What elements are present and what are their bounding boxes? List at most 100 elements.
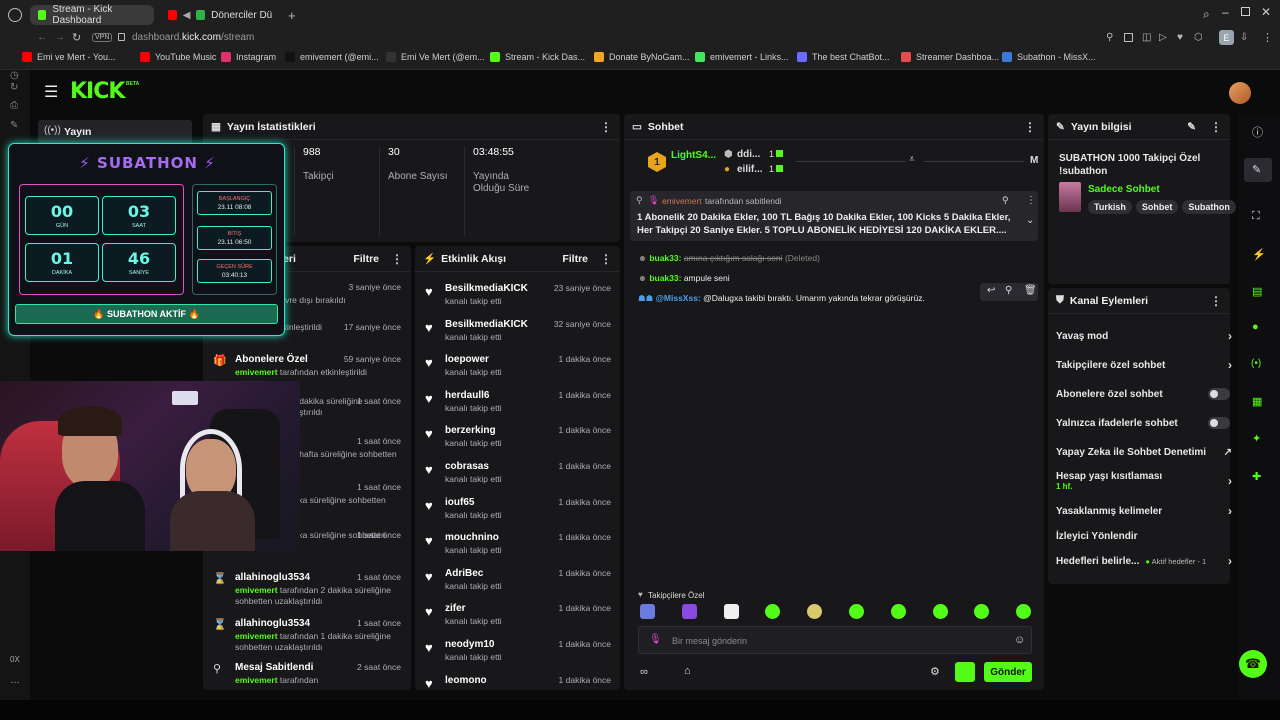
activity-row[interactable]: ♥ BesilkmediaKICK 32 saniye önce kanalı tak… <box>423 319 611 343</box>
chat-input[interactable]: 🎙 Bir mesaj gönderin ☺ <box>638 626 1032 654</box>
emote-equalizer-icon[interactable] <box>681 604 697 619</box>
send-button[interactable]: Gönder <box>984 662 1032 682</box>
play-icon[interactable]: ▷ <box>1159 32 1167 43</box>
activity-filter[interactable]: Filtre <box>562 253 588 265</box>
chat-message-hover[interactable]: ☗☗ @MissXss: @Dalugxa takibi bıraktı. Um… <box>634 282 1038 304</box>
activity-row[interactable]: ♥ herdaull6 1 dakika önce kanalı takip etti <box>423 390 611 414</box>
activity-row[interactable]: ♥ berzerking 1 dakika önce kanalı takip ett… <box>423 425 611 449</box>
activity-row[interactable]: ♥ mouchnino 1 dakika önce kanalı takip etti <box>423 532 611 556</box>
profile-avatar[interactable]: E <box>1219 30 1234 45</box>
fullscreen-icon[interactable]: ⛶ <box>1252 210 1260 223</box>
sidebar-edit-icon[interactable]: ✎ <box>10 120 18 131</box>
activity-row[interactable]: ♥ loepower 1 dakika önce kanalı takip etti <box>423 354 611 378</box>
pinned-menu-icon[interactable]: ⋮ <box>1026 195 1036 206</box>
category-name[interactable]: Sadece Sohbet <box>1088 184 1160 195</box>
channel-action-item[interactable]: İzleyici Yönlendir <box>1056 525 1232 547</box>
user-avatar[interactable] <box>1229 82 1251 104</box>
emote-green-face-icon[interactable] <box>765 604 781 619</box>
pinned-message[interactable]: ⚲ 🎙 emivemert tarafından sabitlendi ⚲ ⋮ … <box>630 191 1038 241</box>
store-icon[interactable]: ⌂ <box>684 665 691 677</box>
channel-action-item[interactable]: Hesap yaşı kısıtlaması 1 hf. › <box>1056 470 1232 492</box>
url-input[interactable]: dashboard.kick.com/stream <box>132 32 254 43</box>
tag[interactable]: Sohbet <box>1135 200 1179 214</box>
channel-action-item[interactable]: Yavaş mod › <box>1056 325 1232 347</box>
bookmark-item[interactable]: The best ChatBot... <box>797 52 890 62</box>
bookmark-item[interactable]: Emi ve Mert - You... <box>22 52 116 62</box>
stream-info-menu-icon[interactable]: ⋮ <box>1210 120 1222 134</box>
leader-name[interactable]: ddi... <box>737 149 760 160</box>
moderation-row[interactable]: ⌛ allahinoglu3534 1 saat önce emivemert tar… <box>211 618 401 653</box>
browser-menu-icon[interactable] <box>8 8 22 22</box>
emote-kick-icon[interactable] <box>974 604 990 619</box>
channel-actions-menu-icon[interactable]: ⋮ <box>1210 294 1222 308</box>
chat-menu-icon[interactable]: ⋮ <box>1024 120 1036 134</box>
maximize-icon[interactable] <box>1241 7 1250 16</box>
bookmark-item[interactable]: Instagram <box>221 52 276 62</box>
close-window-icon[interactable]: ✕ <box>1261 5 1271 19</box>
emote-kick-icon[interactable] <box>890 604 906 619</box>
collapse-icon[interactable]: ⩡ <box>909 154 915 165</box>
leader-name[interactable]: LightS4... <box>671 150 716 161</box>
moderation-row[interactable]: ⚲ Mesaj Sabitlendi 2 saat önce emivemert ta… <box>211 662 401 686</box>
puzzle-icon[interactable]: ✚ <box>1252 470 1261 483</box>
edit-icon[interactable]: ✎ <box>1187 121 1196 133</box>
broadcast-icon[interactable]: (•) <box>1251 358 1261 369</box>
info-icon[interactable]: ⓘ <box>1252 124 1263 140</box>
activity-row[interactable]: ♥ BesilkmediaKICK 23 saniye önce kanalı tak… <box>423 283 611 307</box>
layout-icon[interactable]: ▦ <box>1252 395 1262 408</box>
emote-kick-icon[interactable] <box>1016 604 1032 619</box>
settings-icon[interactable]: ⚙ <box>930 665 940 678</box>
chat-message[interactable]: ☻ buak33: amına çıktığım salağı seni (De… <box>638 253 1038 263</box>
stats-menu-icon[interactable]: ⋮ <box>600 120 612 134</box>
channel-action-item[interactable]: Yapay Zeka ile Sohbet Denetimi ↗ <box>1056 441 1232 463</box>
bookmark-item[interactable]: Streamer Dashboa... <box>901 52 999 62</box>
document-icon[interactable]: ▤ <box>1252 285 1262 298</box>
reply-icon[interactable]: ↩ <box>987 285 995 296</box>
pin-icon[interactable]: ⚲ <box>1106 32 1113 43</box>
moderation-row[interactable]: 🎁 Abonelere Özel 59 saniye önce emivemert t… <box>211 354 401 378</box>
activity-row[interactable]: ♥ AdriBec 1 dakika önce kanalı takip etti <box>423 568 611 592</box>
lightning-icon[interactable]: ⚡ <box>1252 248 1266 261</box>
expand-chevron-icon[interactable]: ⌄ <box>1026 215 1034 226</box>
channel-action-item[interactable]: Takipçilere özel sohbet › <box>1056 354 1232 376</box>
bookmark-item[interactable]: Donate ByNoGam... <box>594 52 690 62</box>
vpn-badge[interactable]: VPN <box>92 33 113 42</box>
bookmark-item[interactable]: Stream - Kick Das... <box>490 52 585 62</box>
delete-icon[interactable]: 🗑 <box>1024 285 1037 296</box>
sidebar-item-yayin[interactable]: ((•)) Yayın <box>38 120 192 144</box>
activity-menu-icon[interactable]: ⋮ <box>600 252 612 266</box>
lock-icon[interactable] <box>118 33 125 41</box>
pin-message-icon[interactable]: ⚲ <box>1005 285 1012 296</box>
bookmark-item[interactable]: Emi Ve Mert (@em... <box>386 52 485 62</box>
tab-doner[interactable]: ◀ Dönerciler Düşüns <box>160 5 280 25</box>
emote-soccer-icon[interactable] <box>849 604 864 619</box>
browser-more-icon[interactable]: ⋮ <box>1262 31 1273 44</box>
activity-row[interactable]: ♥ cobrasas 1 dakika önce kanalı takip etti <box>423 461 611 485</box>
more-icon[interactable]: … <box>10 675 20 686</box>
wrench-icon[interactable]: ✦ <box>1252 432 1261 445</box>
kick-logo[interactable]: KICK <box>70 79 125 104</box>
chat-message[interactable]: ☗☗ @MissXss: @Dalugxa takibi bıraktı. Um… <box>638 293 925 304</box>
emote-ghost-icon[interactable] <box>723 604 739 619</box>
back-icon[interactable]: ← <box>37 32 47 43</box>
hamburger-menu-icon[interactable]: ☰ <box>44 82 58 102</box>
toggle-switch[interactable] <box>1208 388 1230 400</box>
search-tabs-icon[interactable]: ⌕ <box>1203 7 1210 22</box>
category-thumbnail[interactable] <box>1059 182 1081 212</box>
tab-kick-dashboard[interactable]: Stream - Kick Dashboard <box>30 4 154 26</box>
sidebar-history-icon[interactable]: ◷ <box>10 70 19 81</box>
forward-icon[interactable]: → <box>55 32 65 43</box>
bookmark-item[interactable]: Subathon - MissX... <box>1002 52 1096 62</box>
bookmark-item[interactable]: emivemert (@emi... <box>285 52 379 62</box>
moderation-row[interactable]: ⌛ allahinoglu3534 1 saat önce emivemert tar… <box>211 572 401 607</box>
screenshot-icon[interactable] <box>1124 33 1133 42</box>
chat-bubble-icon[interactable]: ● <box>1252 321 1259 333</box>
activity-row[interactable]: ♥ iouf65 1 dakika önce kanalı takip etti <box>423 497 611 521</box>
unpin-icon[interactable]: ⚲ <box>1002 195 1009 206</box>
reload-icon[interactable]: ↻ <box>72 31 81 44</box>
kick-emote-button[interactable] <box>955 662 975 682</box>
minimize-icon[interactable]: – <box>1222 5 1229 19</box>
download-icon[interactable]: ⇩ <box>1240 32 1248 43</box>
bookmark-item[interactable]: YouTube Music <box>140 52 216 62</box>
bookmark-item[interactable]: emivemert - Links... <box>695 52 789 62</box>
